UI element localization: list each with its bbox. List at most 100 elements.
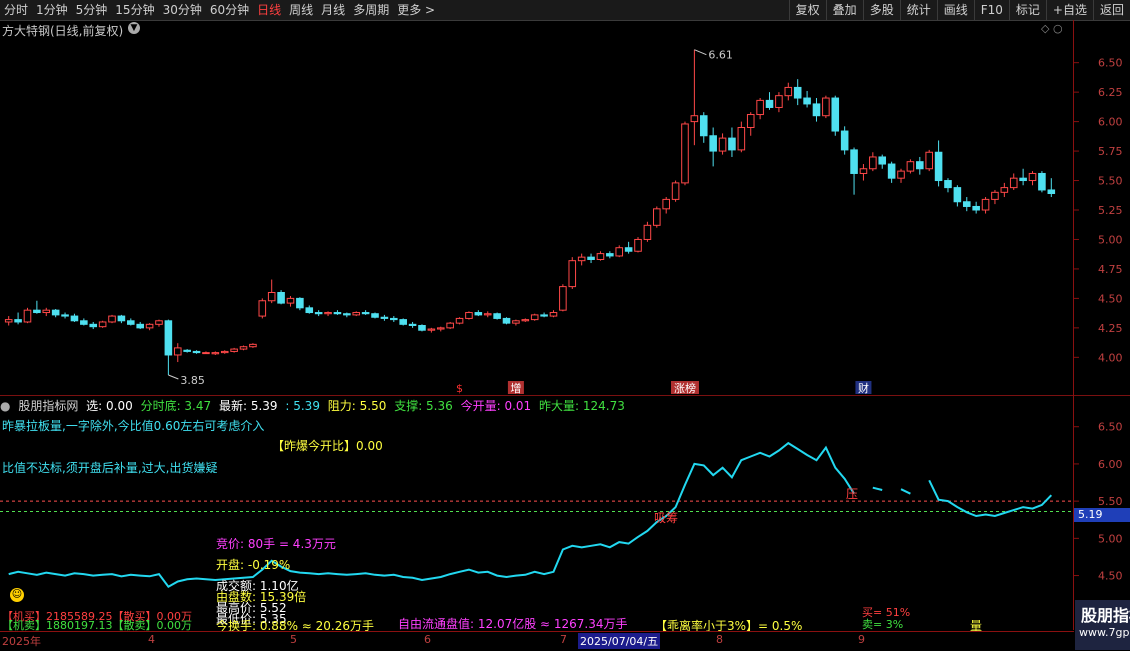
candle [887, 161, 896, 183]
candle [793, 79, 802, 106]
date-label: 2025/07/04/五 [578, 633, 661, 649]
candle [624, 241, 633, 254]
candle [305, 305, 314, 314]
candle [850, 147, 858, 195]
hint-zuobao-ratio: 【昨爆今开比】0.00 [272, 439, 383, 453]
indicator-zuodaliang: 昨大量: 124.73 [539, 399, 625, 413]
tab-period-0[interactable]: 分时 [0, 0, 32, 20]
candle [559, 284, 567, 312]
candle [1047, 178, 1056, 198]
candle [436, 326, 445, 332]
tab-period-4[interactable]: 30分钟 [159, 0, 206, 20]
candle [455, 317, 464, 325]
candle [239, 345, 248, 351]
candle [230, 347, 238, 353]
candle [784, 82, 793, 101]
candle [728, 127, 736, 157]
toolbar-button-0[interactable]: 复权 [788, 0, 826, 20]
candle [775, 92, 783, 113]
tab-period-9[interactable]: 多周期 [349, 0, 393, 20]
sub-chart: 6.50 6.00 5.50 5.00 4.50 [0, 421, 1123, 588]
svg-text:增: 增 [510, 381, 521, 395]
panel-divider [0, 395, 1130, 396]
candle [596, 251, 605, 261]
candle [23, 307, 32, 324]
candle [653, 206, 661, 228]
candle [98, 320, 107, 328]
pressure-label: 压 [846, 487, 859, 501]
candle [220, 350, 229, 354]
toolbar-button-3[interactable]: 统计 [899, 0, 937, 20]
candle [803, 90, 811, 108]
candle [859, 164, 868, 181]
toolbar-button-6[interactable]: 标记 [1008, 0, 1046, 20]
candle [183, 349, 191, 353]
candle [296, 297, 304, 311]
date-label: 4 [148, 633, 155, 646]
main-axis-label: 6.00 [1098, 116, 1123, 129]
main-axis-label: 4.50 [1098, 292, 1123, 305]
candle [465, 311, 473, 320]
tab-period-5[interactable]: 60分钟 [206, 0, 253, 20]
candle [699, 112, 708, 143]
indicator-zuixin: 最新: 5.39 [218, 399, 278, 413]
candle [718, 133, 727, 155]
tab-period-10[interactable]: 更多 > [393, 0, 439, 20]
candle [277, 290, 285, 305]
candle [1000, 182, 1009, 198]
candle [155, 319, 163, 327]
tab-period-6[interactable]: 日线 [253, 0, 285, 20]
toolbar-button-2[interactable]: 多股 [862, 0, 900, 20]
tab-period-7[interactable]: 周线 [285, 0, 317, 20]
tab-period-3[interactable]: 15分钟 [111, 0, 158, 20]
candle [944, 178, 952, 193]
settings-icon[interactable]: ● [0, 399, 10, 413]
sub-axis-label: 4.50 [1098, 570, 1123, 583]
candle [709, 127, 717, 167]
date-label: 5 [290, 633, 297, 646]
toolbar-button-4[interactable]: 画线 [936, 0, 974, 20]
main-axis-label: 4.75 [1098, 263, 1123, 276]
tab-period-2[interactable]: 5分钟 [72, 0, 112, 20]
accumulation-label: 吸筹 [654, 511, 679, 525]
candle [80, 318, 88, 326]
main-axis-label: 5.25 [1098, 204, 1123, 217]
hint-line-3: 比值不达标,须开盘后补量,过大,出货嫌疑 [2, 461, 218, 475]
date-axis: 2025年 4 5 6 7 2025/07/04/五 8 9 [0, 631, 1074, 651]
tab-period-8[interactable]: 月线 [317, 0, 349, 20]
indicator-bar: ● 股朋指标网 选: 0.00 分时底: 3.47 最新: 5.39 : 5.3… [0, 397, 629, 413]
candle [89, 321, 98, 330]
candle [671, 180, 680, 202]
candle [587, 253, 595, 264]
toolbar-button-1[interactable]: 叠加 [825, 0, 863, 20]
event-marker: 涨榜 [670, 381, 699, 395]
candle [681, 121, 689, 186]
candle [408, 321, 417, 328]
candle [446, 321, 454, 330]
candle [1009, 173, 1018, 190]
candle [981, 197, 990, 214]
date-label: 6 [424, 633, 431, 646]
candle [51, 309, 60, 318]
candle [934, 140, 943, 187]
main-chart: 6.50 6.25 6.00 5.75 5.50 5.25 5.00 4.75 4.50 4.25… [4, 49, 1123, 395]
candle [343, 312, 351, 318]
candle [192, 350, 201, 354]
candle [427, 327, 436, 333]
tab-period-1[interactable]: 1分钟 [32, 0, 72, 20]
candle [127, 318, 135, 326]
candle [577, 253, 586, 266]
low-pointer [168, 374, 179, 380]
date-label: 9 [858, 633, 865, 646]
candle [634, 237, 642, 253]
candle [690, 49, 699, 146]
candle [42, 307, 51, 317]
candle [1028, 171, 1037, 186]
candle [737, 121, 746, 153]
tool-buttons: 复权 叠加 多股 统计 画线 F10 标记 +自选 返回 [788, 0, 1130, 20]
candle [70, 313, 79, 322]
indicator-name[interactable]: 股朋指标网 [18, 399, 78, 413]
toolbar-button-7[interactable]: +自选 [1045, 0, 1093, 20]
toolbar-button-8[interactable]: 返回 [1092, 0, 1130, 20]
toolbar-button-5[interactable]: F10 [973, 0, 1009, 20]
